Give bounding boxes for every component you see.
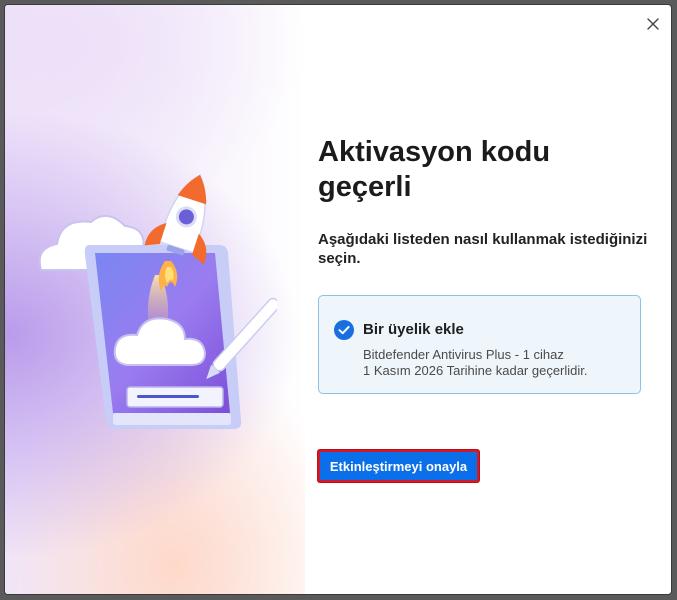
check-circle-icon bbox=[334, 320, 354, 340]
activation-dialog: Aktivasyon kodu geçerli Aşağıdaki listed… bbox=[5, 5, 671, 594]
option-product-text: Bitdefender Antivirus Plus - 1 cihaz bbox=[363, 347, 564, 362]
close-icon bbox=[647, 18, 659, 30]
instruction-text: Aşağıdaki listeden nasıl kullanmak isted… bbox=[318, 231, 648, 267]
confirm-activation-button[interactable]: Etkinleştirmeyi onayla bbox=[318, 450, 479, 482]
close-button[interactable] bbox=[642, 13, 664, 35]
add-subscription-option[interactable]: Bir üyelik ekle Bitdefender Antivirus Pl… bbox=[318, 295, 641, 394]
illustration-panel bbox=[5, 5, 305, 594]
page-title: Aktivasyon kodu geçerli bbox=[318, 136, 551, 203]
rocket-tablet-illustration bbox=[38, 173, 277, 429]
option-validity-text: 1 Kasım 2026 Tarihine kadar geçerlidir. bbox=[363, 363, 588, 378]
option-title: Bir üyelik ekle bbox=[363, 321, 464, 338]
